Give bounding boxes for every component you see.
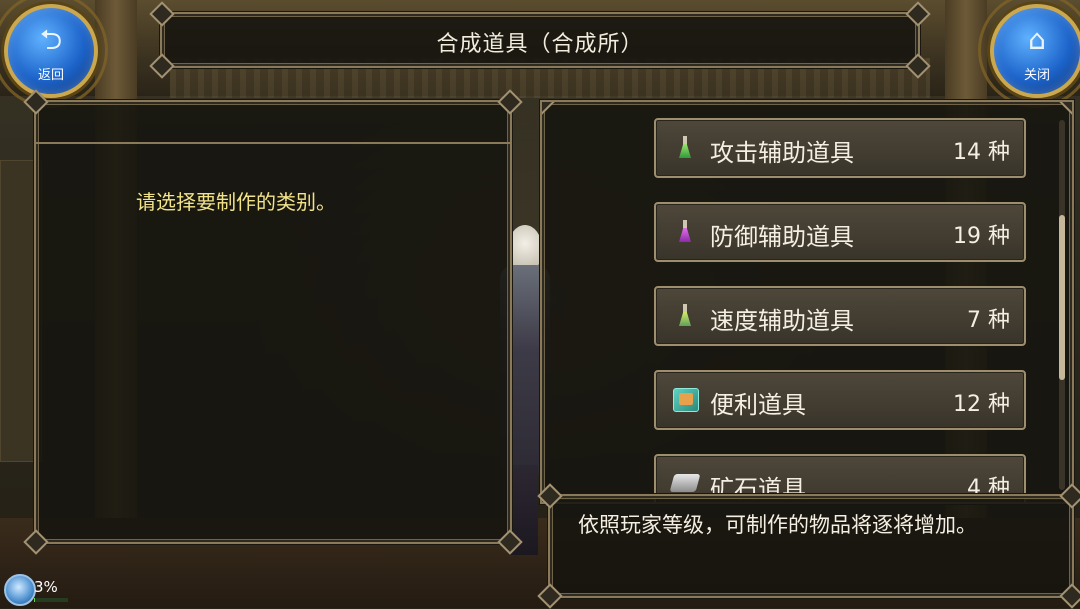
list-scrollbar-thumb[interactable] (1059, 215, 1065, 380)
ore-icon (669, 470, 701, 496)
category-name: 速度辅助道具 (710, 307, 854, 335)
category-item-attack[interactable]: 攻击辅助道具 14 种 (654, 118, 1026, 178)
title-bar: 合成道具（合成所） (149, 1, 931, 79)
category-count: 14 种 (953, 140, 1010, 165)
home-icon: ⌂ (1028, 23, 1046, 56)
category-name: 便利道具 (710, 391, 806, 419)
status-progress-bar (34, 598, 68, 602)
back-arrow-icon: ⮌ (39, 23, 63, 56)
close-button-label: 关闭 (1023, 68, 1050, 83)
category-list-panel: 攻击辅助道具 14 种 防御辅助道具 19 种 速度辅助道具 7 种 便利道具 … (540, 100, 1074, 504)
category-count: 12 种 (953, 392, 1010, 417)
category-name: 防御辅助道具 (710, 223, 854, 251)
speed-potion-icon (672, 302, 698, 328)
category-name: 攻击辅助道具 (710, 139, 854, 167)
info-text: 依照玩家等级，可制作的物品将逐将增加。 (578, 513, 977, 537)
frame-corner (542, 102, 555, 115)
page-title: 合成道具（合成所） (436, 32, 644, 57)
category-item-defense[interactable]: 防御辅助道具 19 种 (654, 202, 1026, 262)
select-category-prompt: 请选择要制作的类别。 (136, 190, 336, 214)
category-count: 7 种 (967, 308, 1010, 333)
book-icon (672, 386, 699, 412)
category-item-utility[interactable]: 便利道具 12 种 (654, 370, 1026, 430)
category-description-panel: 请选择要制作的类别。 (23, 89, 523, 555)
status-percent: 3% (34, 578, 58, 596)
green-potion-icon (672, 134, 698, 160)
frame-corner (1059, 102, 1072, 115)
category-count: 19 种 (953, 224, 1010, 249)
close-button[interactable]: ⌂ 关闭 (990, 4, 1080, 98)
back-button[interactable]: ⮌ 返回 (4, 4, 98, 98)
back-button-label: 返回 (37, 68, 64, 83)
status-progress-fill (34, 598, 36, 602)
status-orb-icon (4, 574, 36, 606)
info-panel: 依照玩家等级，可制作的物品将逐将增加。 (537, 483, 1080, 609)
category-item-speed[interactable]: 速度辅助道具 7 种 (654, 286, 1026, 346)
purple-potion-icon (672, 218, 698, 244)
